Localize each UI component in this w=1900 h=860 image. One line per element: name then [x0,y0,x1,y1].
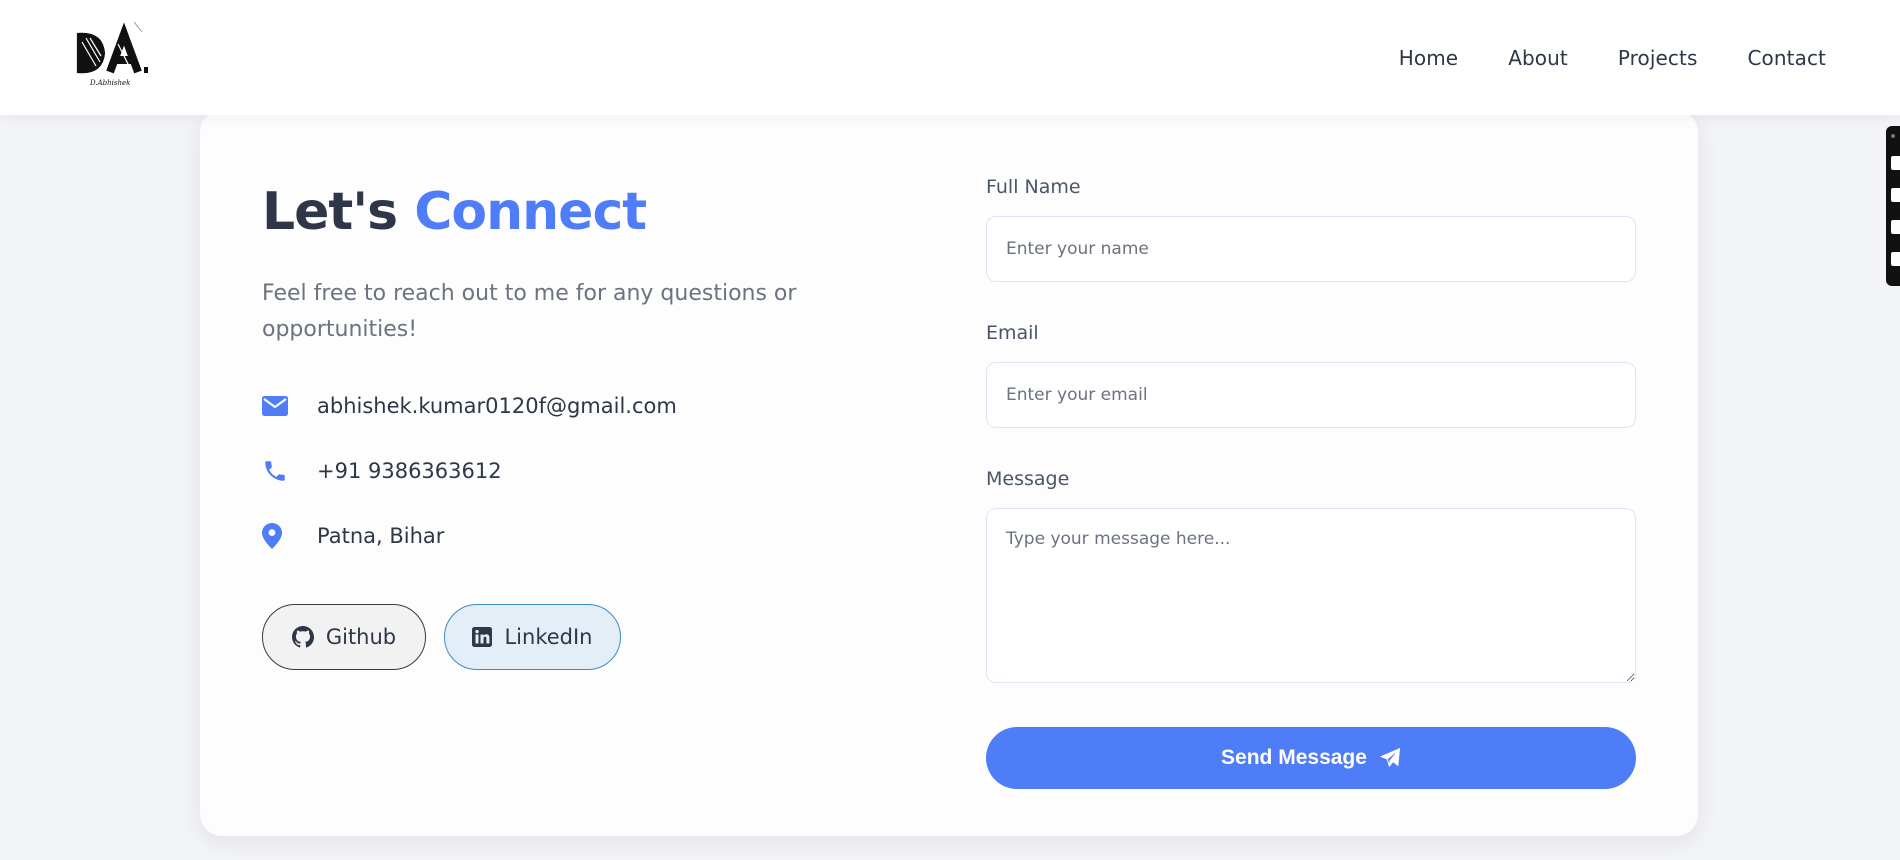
side-toolbar[interactable] [1886,126,1900,286]
contact-location: Patna, Bihar [262,518,902,554]
map-pin-icon [262,521,292,551]
email-text[interactable]: abhishek.kumar0120f@gmail.com [317,394,677,418]
contact-form: Full Name Email Message Send Message [986,176,1636,789]
phone-text[interactable]: +91 9386363612 [317,459,502,483]
section-title: Let's Connect [262,186,902,238]
nav-links: Home About Projects Contact [1399,0,1826,115]
name-label: Full Name [986,176,1081,198]
github-icon [291,626,314,648]
nav-home[interactable]: Home [1399,46,1458,70]
contact-info: Let's Connect Feel free to reach out to … [262,186,902,670]
contact-list: abhishek.kumar0120f@gmail.com +91 938636… [262,388,902,554]
navbar: D.Abhishek Home About Projects Contact [0,0,1900,115]
message-textarea[interactable] [986,508,1636,683]
location-text: Patna, Bihar [317,524,445,548]
email-label: Email [986,322,1039,344]
contact-card: Let's Connect Feel free to reach out to … [200,110,1698,836]
side-toolbar-settings-icon[interactable] [1891,252,1900,266]
nav-contact[interactable]: Contact [1747,46,1826,70]
send-message-label: Send Message [1221,746,1367,769]
email-group: Email [986,322,1636,428]
message-group: Message [986,468,1636,687]
contact-phone: +91 9386363612 [262,453,902,489]
logo[interactable]: D.Abhishek [74,21,158,88]
side-toolbar-copy-icon[interactable] [1891,220,1900,234]
name-group: Full Name [986,176,1636,282]
social-links: Github LinkedIn [262,604,902,670]
email-input[interactable] [986,362,1636,428]
side-toolbar-dot [1891,134,1895,138]
nav-about[interactable]: About [1508,46,1568,70]
linkedin-button[interactable]: LinkedIn [444,604,621,670]
title-main: Let's [262,182,398,242]
linkedin-icon [472,627,493,647]
nav-projects[interactable]: Projects [1618,46,1698,70]
side-toolbar-camera-icon[interactable] [1891,156,1900,170]
logo-mark: D.Abhishek [76,21,148,87]
github-button[interactable]: Github [262,604,426,670]
title-accent: Connect [414,182,647,242]
github-label: Github [325,625,397,649]
linkedin-label: LinkedIn [504,625,593,649]
logo-subtext: D.Abhishek [89,79,130,87]
phone-icon [262,456,292,486]
section-description: Feel free to reach out to me for any que… [262,281,797,342]
send-message-button[interactable]: Send Message [986,727,1636,789]
envelope-icon [262,391,292,421]
message-label: Message [986,468,1070,490]
contact-email: abhishek.kumar0120f@gmail.com [262,388,902,424]
side-toolbar-square-icon[interactable] [1891,188,1900,202]
paper-plane-icon [1379,747,1401,768]
name-input[interactable] [986,216,1636,282]
